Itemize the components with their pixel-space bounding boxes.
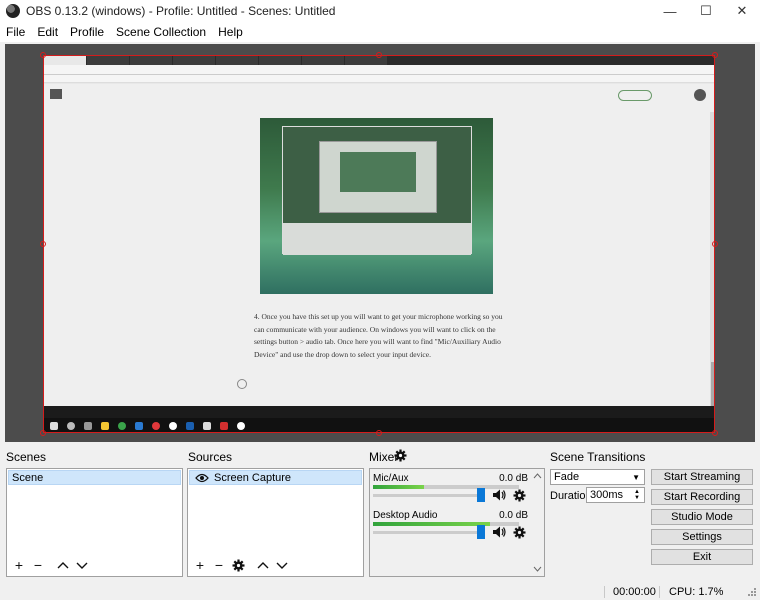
browser-scrollbar [710, 112, 714, 432]
meter-fill [373, 522, 490, 526]
remove-scene-button[interactable]: − [31, 558, 45, 573]
menu-edit[interactable]: Edit [31, 25, 64, 39]
speaker-icon[interactable] [492, 526, 506, 538]
transition-select[interactable]: Fade ▼ [550, 469, 645, 485]
source-name: Screen Capture [214, 471, 292, 484]
volume-slider-handle[interactable] [477, 525, 485, 539]
preview-area[interactable]: 4. Once you have this set up you will wa… [5, 44, 755, 442]
transition-select-value: Fade [554, 471, 580, 483]
volume-slider[interactable] [373, 531, 485, 534]
add-icon [237, 379, 247, 389]
remove-source-button[interactable]: − [212, 558, 226, 573]
start-streaming-button[interactable]: Start Streaming [651, 469, 753, 485]
list-item[interactable]: Screen Capture [189, 470, 362, 485]
sources-title: Sources [188, 450, 233, 464]
list-item[interactable]: Scene [8, 470, 181, 485]
avatar [694, 89, 706, 101]
move-up-button[interactable] [256, 559, 270, 573]
screen-capture-source[interactable]: 4. Once you have this set up you will wa… [43, 55, 715, 433]
audio-mixer: Mic/Aux 0.0 dB Desktop Audio 0.0 dB [369, 468, 545, 577]
channel-db: 0.0 dB [499, 510, 528, 521]
menu-bar: File Edit Profile Scene Collection Help [0, 22, 760, 42]
add-source-button[interactable]: + [193, 558, 207, 573]
close-icon[interactable]: ✕ [724, 0, 760, 22]
spin-arrows-icon[interactable]: ▲ ▼ [634, 489, 640, 501]
scene-transitions-title: Scene Transitions [550, 450, 646, 464]
transform-handle[interactable] [40, 52, 46, 58]
speaker-icon[interactable] [492, 489, 506, 501]
browser-bookmarks-bar [44, 75, 714, 83]
channel-db: 0.0 dB [499, 473, 528, 484]
chevron-down-icon: ▼ [632, 472, 640, 482]
maximize-icon[interactable]: ☐ [688, 0, 724, 22]
meter-fill [373, 485, 424, 489]
channel-name: Mic/Aux [373, 473, 409, 484]
mixer-scrollbar[interactable] [532, 470, 543, 575]
menu-profile[interactable]: Profile [64, 25, 110, 39]
transform-handle[interactable] [40, 430, 46, 436]
scenes-title: Scenes [6, 450, 47, 464]
add-scene-button[interactable]: + [12, 558, 26, 573]
duration-value: 300ms [590, 489, 624, 501]
sources-toolbar: + − [189, 557, 362, 575]
transform-handle[interactable] [40, 241, 46, 247]
article-screenshot-image [260, 118, 493, 294]
browser-page: 4. Once you have this set up you will wa… [44, 84, 714, 432]
status-separator [604, 586, 605, 598]
settings-button[interactable]: Settings [651, 529, 753, 545]
site-logo-icon [50, 89, 62, 99]
eye-icon[interactable] [195, 473, 209, 483]
scenes-list[interactable]: Scene + − [6, 468, 183, 577]
transform-handle[interactable] [376, 52, 382, 58]
channel-name: Desktop Audio [373, 510, 438, 521]
scenes-toolbar: + − [8, 557, 181, 575]
window-title: OBS 0.13.2 (windows) - Profile: Untitled… [26, 4, 336, 18]
status-separator [659, 586, 660, 598]
move-down-button[interactable] [75, 559, 89, 573]
mixer-gear-icon[interactable] [394, 449, 407, 462]
follow-pill [618, 90, 652, 101]
channel-settings-gear-icon[interactable] [513, 526, 526, 539]
move-up-button[interactable] [56, 559, 70, 573]
menu-file[interactable]: File [0, 25, 31, 39]
start-recording-button[interactable]: Start Recording [651, 489, 753, 505]
volume-slider[interactable] [373, 494, 485, 497]
move-down-button[interactable] [275, 559, 289, 573]
transform-handle[interactable] [712, 241, 718, 247]
resize-grip-icon[interactable] [746, 588, 756, 598]
transform-handle[interactable] [376, 430, 382, 436]
duration-spinbox[interactable]: 300ms ▲ ▼ [586, 487, 645, 503]
menu-scene-collection[interactable]: Scene Collection [110, 25, 212, 39]
minimize-icon[interactable]: — [652, 0, 688, 22]
status-bar: 00:00:00 CPU: 1.7% [0, 584, 760, 600]
studio-mode-button[interactable]: Studio Mode [651, 509, 753, 525]
channel-settings-gear-icon[interactable] [513, 489, 526, 502]
browser-address-bar [44, 65, 714, 75]
volume-slider-handle[interactable] [477, 488, 485, 502]
download-bar [44, 406, 714, 418]
stream-time: 00:00:00 [613, 586, 656, 598]
window-controls: — ☐ ✕ [652, 0, 760, 22]
transform-handle[interactable] [712, 430, 718, 436]
title-bar: OBS 0.13.2 (windows) - Profile: Untitled… [0, 0, 760, 22]
transform-handle[interactable] [712, 52, 718, 58]
sources-list[interactable]: Screen Capture + − [187, 468, 364, 577]
article-paragraph: 4. Once you have this set up you will wa… [254, 312, 503, 359]
source-properties-gear-icon[interactable] [231, 559, 245, 573]
menu-help[interactable]: Help [212, 25, 249, 39]
cpu-usage: CPU: 1.7% [669, 586, 724, 598]
obs-logo-icon [6, 4, 20, 18]
exit-button[interactable]: Exit [651, 549, 753, 565]
